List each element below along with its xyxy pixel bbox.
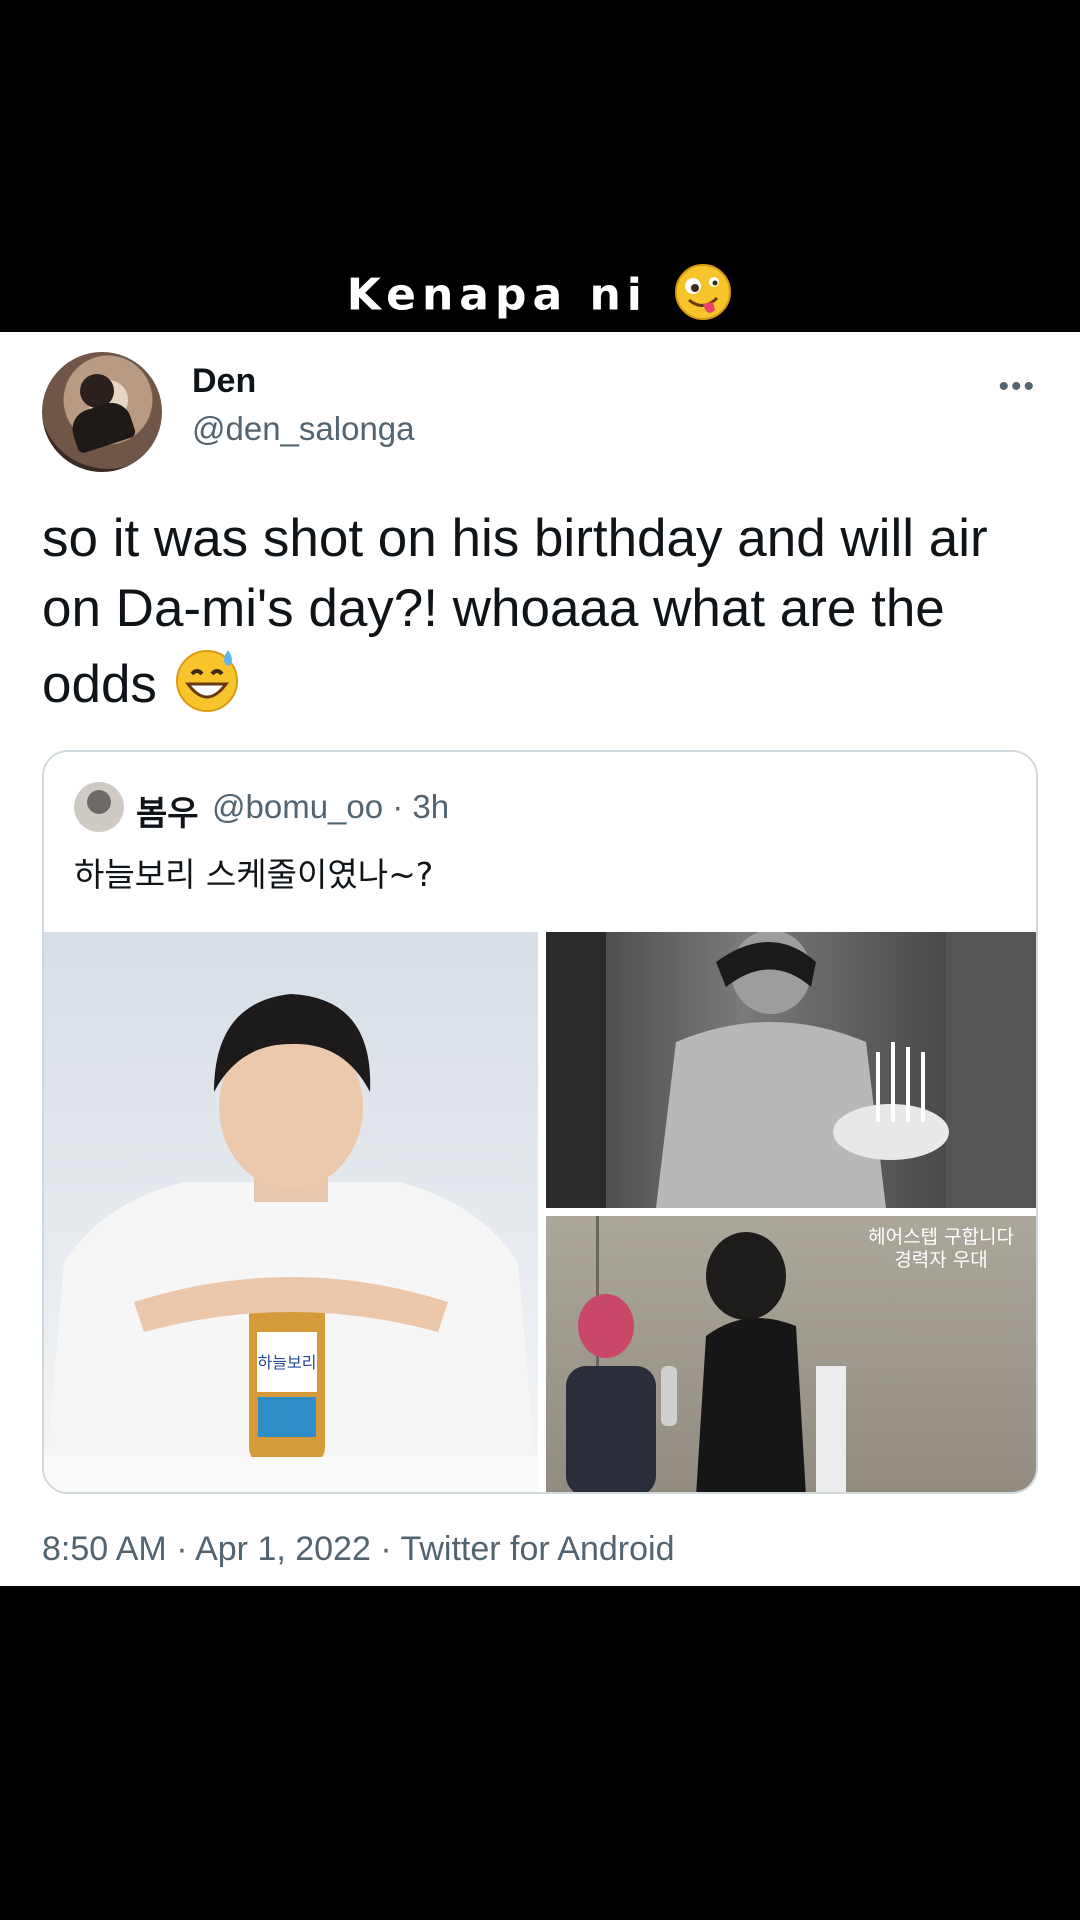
birthday-illustration (546, 932, 1036, 1208)
quoted-author-avatar[interactable] (74, 782, 124, 832)
quoted-tweet[interactable]: 봄우 @bomu_oo · 3h 하늘보리 스케줄이였나~? 하늘보리 헤어스텝… (42, 750, 1038, 1494)
quoted-tweet-text: 하늘보리 스케줄이였나~? (74, 855, 434, 894)
quoted-image-hair-staff[interactable]: 헤어스텝 구합니다 경력자 우대 (546, 1216, 1036, 1492)
more-options-icon[interactable]: ••• (998, 370, 1036, 404)
quoted-author-handle-time: @bomu_oo · 3h (212, 788, 450, 825)
caption-text: Kenapa ni (346, 269, 648, 321)
image-overlay-caption: 헤어스텝 구합니다 경력자 우대 (868, 1226, 1014, 1272)
avatar-figure-body (67, 397, 137, 455)
quoted-image-birthday[interactable] (546, 932, 1036, 1208)
tweet-text-block: so it was shot on his birthday and will … (42, 504, 1042, 732)
tweet-card[interactable]: Den @den_salonga ••• so it was shot on h… (0, 332, 1080, 1586)
grinning-sweat-emoji-icon (172, 644, 242, 732)
image-caption-line2: 경력자 우대 (894, 1249, 988, 1271)
quoted-author-name: 봄우 (136, 794, 199, 834)
image-caption-line1: 헤어스텝 구합니다 (868, 1226, 1014, 1248)
portrait-illustration: 하늘보리 (44, 994, 538, 1492)
tweet-timestamp[interactable]: 8:50 AM · Apr 1, 2022 · Twitter for Andr… (42, 1530, 675, 1569)
author-handle[interactable]: @den_salonga (192, 410, 415, 448)
bottle-label: 하늘보리 (258, 1353, 317, 1372)
author-name[interactable]: Den (192, 362, 256, 401)
zany-face-emoji-icon (673, 262, 733, 333)
quoted-image-portrait[interactable]: 하늘보리 (44, 932, 538, 1492)
author-avatar[interactable] (42, 352, 162, 472)
video-caption: Kenapa ni (0, 262, 1080, 333)
